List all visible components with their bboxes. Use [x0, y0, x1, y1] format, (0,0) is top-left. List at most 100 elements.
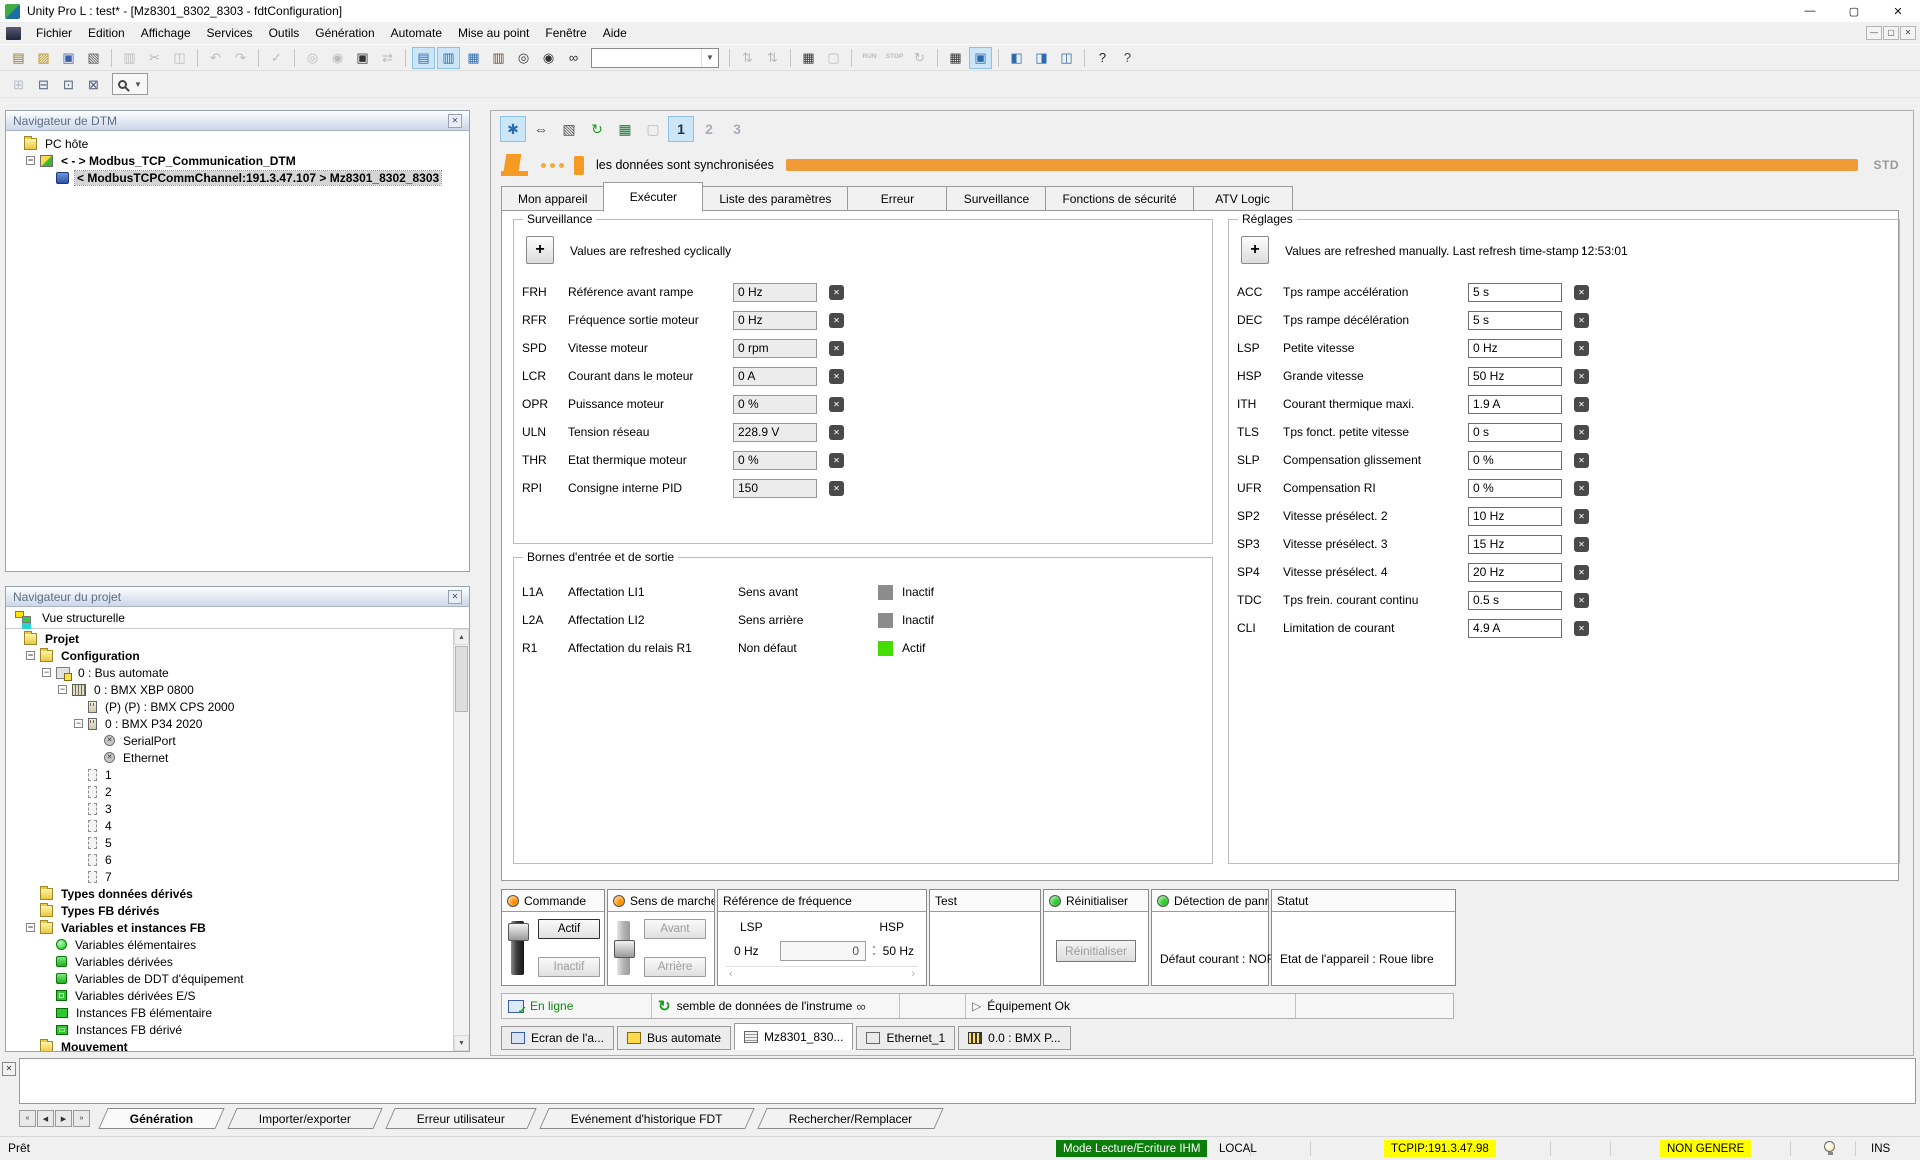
tree-item[interactable]: − Configuration — [6, 647, 453, 664]
plc-upload-icon[interactable]: ⇅ — [736, 47, 759, 69]
menu-item[interactable]: Edition — [80, 22, 133, 44]
parameter-value-field[interactable]: 0 % — [733, 451, 817, 470]
tree-item[interactable]: − Ethernet — [6, 749, 453, 766]
parameter-value-field[interactable]: 5 s — [1468, 283, 1562, 302]
actif-button[interactable]: Actif — [538, 919, 600, 939]
menu-item[interactable]: Fichier — [28, 22, 80, 44]
data-editor-icon[interactable]: ▦ — [462, 47, 485, 69]
scroll-down-icon[interactable]: ▼ — [454, 1035, 469, 1051]
tree-item[interactable]: − 0 : Bus automate — [6, 664, 453, 681]
print-icon[interactable]: ▧ — [82, 47, 105, 69]
tree-item[interactable]: − Variables de DDT d'équipement — [6, 970, 453, 987]
remove-parameter-icon[interactable]: ✕ — [829, 341, 844, 356]
dtm-tab[interactable]: Erreur — [847, 186, 947, 211]
scrollbar-thumb[interactable] — [455, 646, 468, 712]
device-config-icon[interactable]: ✱ — [500, 116, 526, 142]
tree-item[interactable]: − 0 : BMX XBP 0800 — [6, 681, 453, 698]
frequency-spinbox[interactable]: 0 — [780, 941, 866, 961]
remove-parameter-icon[interactable]: ✕ — [829, 285, 844, 300]
tree-item[interactable]: − 4 — [6, 817, 453, 834]
toolbar-separator[interactable] — [197, 49, 198, 67]
tree-item[interactable]: − Variables dérivées — [6, 953, 453, 970]
tree-item[interactable]: − Types données dérivés — [6, 885, 453, 902]
menu-item[interactable]: Mise au point — [450, 22, 537, 44]
sim-panel-icon[interactable]: ▦ — [797, 47, 820, 69]
hyperlink-grid-icon[interactable]: ⊡ — [57, 73, 80, 95]
parameter-value-field[interactable]: 4.9 A — [1468, 619, 1562, 638]
remove-parameter-icon[interactable]: ✕ — [829, 369, 844, 384]
chevron-down-icon[interactable]: ▼ — [701, 49, 718, 67]
toolbar-separator[interactable] — [937, 49, 938, 67]
tree-item[interactable]: − 2 — [6, 783, 453, 800]
parameter-value-field[interactable]: 5 s — [1468, 311, 1562, 330]
save-icon[interactable]: ▣ — [57, 47, 80, 69]
next-tab-icon[interactable]: ▶ — [55, 1110, 72, 1127]
build-icon[interactable]: ◉ — [326, 47, 349, 69]
add-parameter-button[interactable]: + — [1241, 236, 1269, 264]
goto-icon[interactable]: ◉ — [537, 47, 560, 69]
tree-item[interactable]: − Variables dérivées E/S — [6, 987, 453, 1004]
remove-parameter-icon[interactable]: ✕ — [829, 397, 844, 412]
parameter-value-field[interactable]: 150 — [733, 479, 817, 498]
tree-item[interactable]: − 1 — [6, 766, 453, 783]
minimize-icon[interactable]: — — [1788, 0, 1832, 22]
remove-parameter-icon[interactable]: ✕ — [1574, 285, 1589, 300]
library-icon[interactable]: ▥ — [487, 47, 510, 69]
tree-item[interactable]: − SerialPort — [6, 732, 453, 749]
undo-icon[interactable]: ↶ — [204, 47, 227, 69]
mdi-tab[interactable]: Mz8301_830... — [734, 1023, 853, 1050]
toolbar-separator[interactable] — [111, 49, 112, 67]
redo-icon[interactable]: ↷ — [229, 47, 252, 69]
tile-vertical-icon[interactable]: ◨ — [1030, 47, 1053, 69]
stop-icon[interactable]: STOP — [883, 47, 906, 69]
mdi-close-icon[interactable]: ✕ — [1900, 26, 1916, 40]
scroll-left-icon[interactable]: ‹ — [729, 968, 733, 980]
close-icon[interactable]: ✕ — [448, 114, 462, 128]
mdi-tab[interactable]: 0.0 : BMX P... — [958, 1026, 1070, 1050]
paste-icon[interactable]: ▥ — [118, 47, 141, 69]
toolbar-separator[interactable] — [790, 49, 791, 67]
hyperlink-new-icon[interactable]: ⊞ — [7, 73, 30, 95]
remove-parameter-icon[interactable]: ✕ — [1574, 425, 1589, 440]
dtm-tab[interactable]: ATV Logic — [1193, 186, 1293, 211]
mdi-tab[interactable]: Ethernet_1 — [856, 1026, 955, 1050]
remove-parameter-icon[interactable]: ✕ — [1574, 341, 1589, 356]
add-parameter-button[interactable]: + — [526, 236, 554, 264]
maximize-icon[interactable]: ▢ — [1832, 0, 1876, 22]
menu-item[interactable]: Génération — [307, 22, 382, 44]
remove-parameter-icon[interactable]: ✕ — [1574, 369, 1589, 384]
sens-switch[interactable] — [617, 921, 630, 975]
grid-view-icon[interactable]: ▦ — [612, 116, 638, 142]
cascade-icon[interactable]: ◫ — [1055, 47, 1078, 69]
pc-sim-icon[interactable]: ▣ — [351, 47, 374, 69]
view-1-icon[interactable]: 1 — [668, 116, 694, 142]
cut-icon[interactable]: ✂ — [143, 47, 166, 69]
menu-item[interactable]: Fenêtre — [537, 22, 594, 44]
functional-view-icon[interactable]: ▥ — [437, 47, 460, 69]
tree-item[interactable]: − PC hôte — [6, 135, 469, 152]
output-tab[interactable]: Erreur utilisateur — [386, 1108, 537, 1129]
frequency-scrollbar[interactable]: ‹› — [726, 966, 918, 981]
tree-item[interactable]: − Variables et instances FB — [6, 919, 453, 936]
dtm-tab[interactable]: Mon appareil — [501, 186, 604, 211]
analyze-icon[interactable]: ◎ — [301, 47, 324, 69]
remove-parameter-icon[interactable]: ✕ — [1574, 397, 1589, 412]
output-tab[interactable]: Importer/exporter — [228, 1108, 383, 1129]
tree-item[interactable]: − 5 — [6, 834, 453, 851]
remove-parameter-icon[interactable]: ✕ — [829, 453, 844, 468]
refresh-icon[interactable]: ↻ — [584, 116, 610, 142]
menu-item[interactable]: Services — [199, 22, 261, 44]
print-icon[interactable]: ▧ — [556, 116, 582, 142]
toolbar-separator[interactable] — [294, 49, 295, 67]
toolbar-separator[interactable] — [851, 49, 852, 67]
tree-item[interactable]: − Projet — [6, 630, 453, 647]
close-icon[interactable]: ✕ — [448, 590, 462, 604]
parameter-value-field[interactable]: 0 % — [733, 395, 817, 414]
dtm-tab[interactable]: Surveillance — [946, 186, 1046, 211]
first-tab-icon[interactable]: « — [19, 1110, 36, 1127]
remove-parameter-icon[interactable]: ✕ — [829, 481, 844, 496]
search-combobox[interactable]: ▼ — [591, 48, 719, 68]
scroll-right-icon[interactable]: › — [911, 968, 915, 980]
menu-item[interactable]: Affichage — [133, 22, 199, 44]
remove-parameter-icon[interactable]: ✕ — [829, 425, 844, 440]
